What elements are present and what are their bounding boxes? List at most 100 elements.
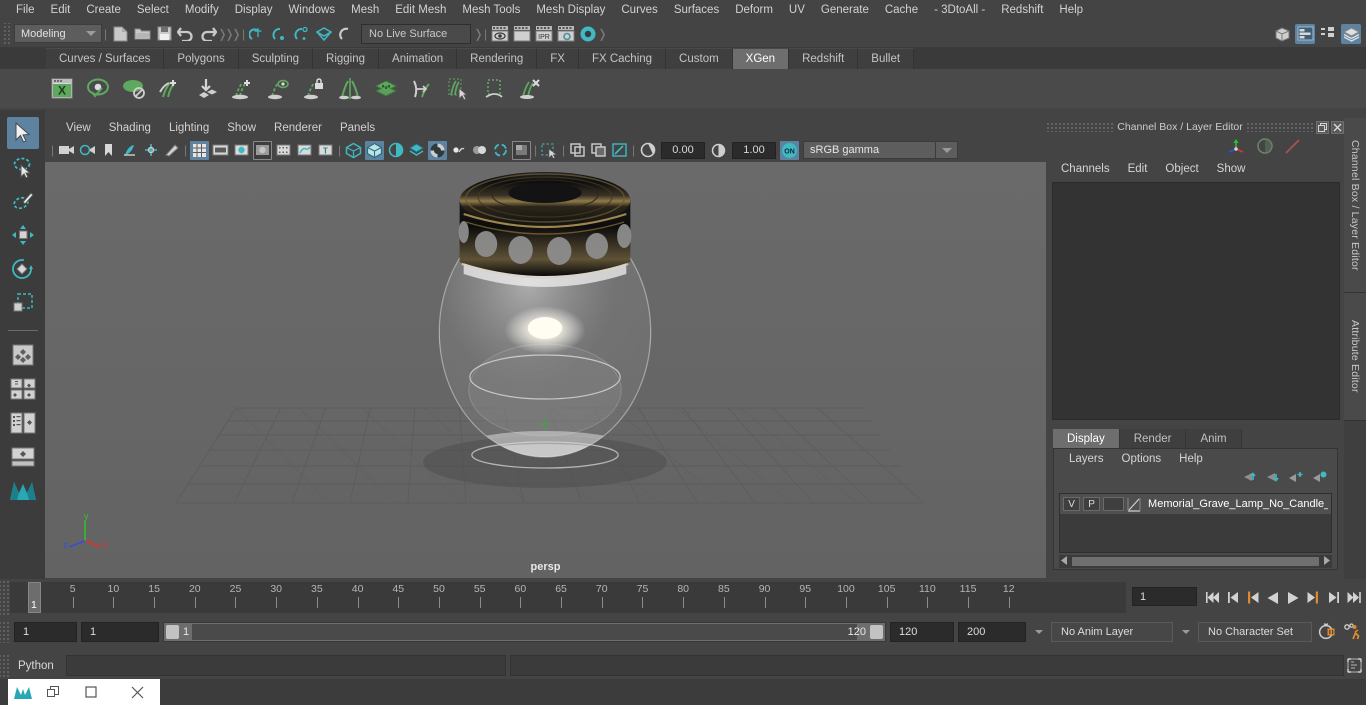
menu-create[interactable]: Create	[78, 0, 129, 20]
xgen-lock-description-icon[interactable]	[298, 72, 330, 105]
step-forward-frame-icon[interactable]	[1304, 587, 1322, 609]
range-end-handle-group[interactable]: 120	[848, 625, 883, 639]
exposure-value-field[interactable]: 0.00	[661, 141, 705, 159]
vertical-tab-attribute-editor[interactable]: Attribute Editor	[1344, 293, 1366, 421]
channel-box-layer-editor-icon[interactable]	[1341, 23, 1361, 44]
layer-menu-help[interactable]: Help	[1170, 453, 1212, 465]
film-gate-icon[interactable]	[211, 141, 230, 160]
snap-to-grid-icon[interactable]	[247, 23, 269, 45]
film-origin-icon[interactable]	[274, 141, 293, 160]
layer-tab-render[interactable]: Render	[1119, 429, 1187, 448]
single-perspective-layout-icon[interactable]	[7, 441, 39, 473]
live-surface-field[interactable]: No Live Surface	[361, 23, 471, 44]
layer-tab-anim[interactable]: Anim	[1186, 429, 1242, 448]
anim-layer-selector[interactable]: No Anim Layer	[1051, 622, 1173, 642]
move-layer-down-icon[interactable]	[1264, 471, 1279, 486]
menu-help[interactable]: Help	[1051, 0, 1091, 20]
shadows-icon[interactable]	[428, 140, 447, 160]
move-axis-gizmo-icon[interactable]	[1226, 137, 1246, 158]
time-slider[interactable]: 1 5 10 15 20 25 30 35 40 45 50 55 60 65 70 75 80 85 90 95 1…	[10, 582, 1126, 613]
gate-mask-icon[interactable]	[253, 140, 272, 160]
play-backwards-icon[interactable]	[1264, 587, 1282, 609]
step-forward-keyframe-icon[interactable]	[1324, 587, 1342, 609]
command-language-label[interactable]: Python	[10, 660, 66, 672]
script-editor-icon[interactable]	[1345, 656, 1364, 675]
safe-title-icon[interactable]: T	[316, 141, 335, 160]
vertical-tab-channel-box[interactable]: Channel Box / Layer Editor	[1344, 118, 1366, 293]
layer-color-swatch[interactable]	[1103, 497, 1125, 511]
modeling-toolkit-icon[interactable]	[1272, 24, 1292, 44]
menu-cache[interactable]: Cache	[877, 0, 926, 20]
menu-windows[interactable]: Windows	[280, 0, 343, 20]
menu-mesh-display[interactable]: Mesh Display	[528, 0, 613, 20]
ipr-render-icon[interactable]: IPR	[533, 23, 555, 45]
persp-outliner-layout-icon[interactable]	[7, 373, 39, 405]
xgen-convert-to-interactive-icon[interactable]	[406, 72, 438, 105]
layer-row[interactable]: V P Memorial_Grave_Lamp_No_Candle_la	[1060, 494, 1331, 514]
gamma-icon[interactable]	[709, 141, 728, 160]
undo-icon[interactable]	[175, 23, 197, 45]
lasso-select-tool[interactable]	[7, 151, 39, 183]
viewport-menu-show[interactable]: Show	[218, 122, 265, 134]
xgen-mirror-description-icon[interactable]	[334, 72, 366, 105]
menu-deform[interactable]: Deform	[727, 0, 781, 20]
view-transform-toggle-icon[interactable]: ON	[780, 140, 799, 160]
channel-menu-channels[interactable]: Channels	[1052, 163, 1119, 175]
close-icon[interactable]	[1331, 120, 1344, 134]
scroll-left-icon[interactable]	[1059, 555, 1070, 568]
shelf-tab-fx[interactable]: FX	[537, 48, 579, 69]
resolution-gate-icon[interactable]	[232, 141, 251, 160]
scale-tool[interactable]	[7, 287, 39, 319]
snap-to-view-plane-icon[interactable]	[335, 23, 357, 45]
range-end-handle[interactable]	[870, 625, 883, 639]
range-slider-grip[interactable]	[0, 621, 10, 643]
xray-active-components-icon[interactable]	[610, 141, 629, 160]
four-view-layout-icon[interactable]	[7, 339, 39, 371]
shelf-tab-redshift[interactable]: Redshift	[789, 48, 859, 69]
move-tool[interactable]	[7, 219, 39, 251]
anti-alias-icon[interactable]	[491, 141, 510, 160]
menu-edit[interactable]: Edit	[43, 0, 79, 20]
menu-display[interactable]: Display	[227, 0, 281, 20]
select-tool[interactable]	[6, 117, 39, 149]
xgen-create-description-icon[interactable]	[226, 72, 258, 105]
new-scene-icon[interactable]	[109, 23, 131, 45]
snap-to-projected-center-icon[interactable]	[313, 23, 335, 45]
hypershade-icon[interactable]	[577, 23, 599, 45]
layer-list[interactable]: V P Memorial_Grave_Lamp_No_Candle_la	[1059, 493, 1332, 553]
range-slider[interactable]: 1 120	[163, 622, 886, 642]
rotate-gizmo-icon[interactable]	[1256, 137, 1274, 158]
viewport-menu-lighting[interactable]: Lighting	[160, 122, 218, 134]
layer-menu-options[interactable]: Options	[1113, 453, 1171, 465]
use-all-lights-icon[interactable]	[407, 141, 426, 160]
shelf-tab-sculpting[interactable]: Sculpting	[238, 48, 314, 69]
menu-modify[interactable]: Modify	[177, 0, 227, 20]
ambient-occlusion-icon[interactable]	[449, 141, 468, 160]
rotate-tool[interactable]	[7, 253, 39, 285]
render-current-frame-icon[interactable]	[489, 23, 511, 45]
smooth-shade-all-icon[interactable]	[365, 140, 384, 160]
menu-curves[interactable]: Curves	[613, 0, 665, 20]
chevron-down-icon[interactable]	[83, 25, 98, 42]
scale-gizmo-icon[interactable]	[1284, 137, 1302, 158]
step-back-frame-icon[interactable]	[1244, 587, 1262, 609]
shelf-tab-curves-surfaces[interactable]: Curves / Surfaces	[46, 48, 165, 69]
layer-playback-toggle[interactable]: P	[1083, 497, 1101, 511]
two-d-pan-zoom-icon[interactable]	[141, 141, 160, 160]
range-start-handle[interactable]	[166, 625, 179, 639]
save-scene-icon[interactable]	[153, 23, 175, 45]
playback-options-chevron-down-icon[interactable]	[1030, 622, 1047, 642]
shelf-tab-xgen[interactable]: XGen	[732, 48, 790, 69]
go-to-start-icon[interactable]	[1204, 587, 1222, 609]
layer-list-horizontal-scrollbar[interactable]	[1059, 555, 1332, 568]
xgen-region-tool-icon[interactable]	[478, 72, 510, 105]
shelf-tab-animation[interactable]: Animation	[379, 48, 458, 69]
shaded-wireframe-icon[interactable]	[386, 141, 405, 160]
viewport-menu-view[interactable]: View	[57, 122, 100, 134]
layer-visibility-toggle[interactable]: V	[1063, 497, 1081, 511]
command-line-grip[interactable]	[0, 654, 10, 677]
go-to-end-icon[interactable]	[1344, 587, 1362, 609]
wireframe-shading-icon[interactable]	[344, 141, 363, 160]
color-management-icon[interactable]	[638, 141, 657, 160]
layer-tab-display[interactable]: Display	[1053, 429, 1120, 448]
